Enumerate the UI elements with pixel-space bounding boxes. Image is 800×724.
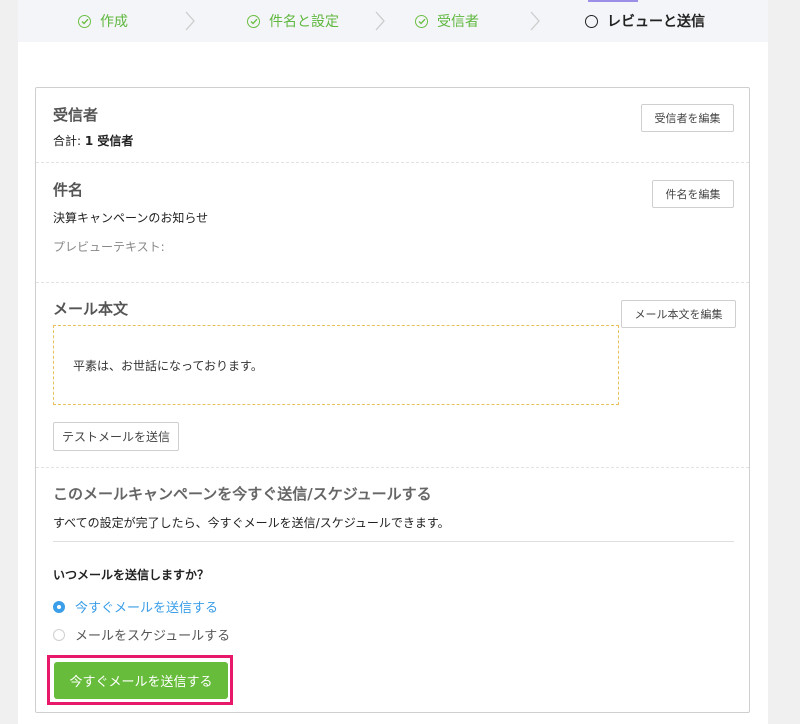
- progress-stepper: 作成 件名と設定 受信者 レビューと送信: [18, 0, 768, 42]
- subject-value: 決算キャンペーンのお知らせ: [53, 211, 209, 225]
- send-section-title: このメールキャンペーンを今すぐ送信/スケジュールする: [53, 485, 432, 503]
- step-subject-settings[interactable]: 件名と設定: [247, 0, 339, 42]
- preview-text-label: プレビューテキスト:: [53, 240, 165, 254]
- recipients-total: 合計: 1 受信者: [53, 132, 133, 149]
- body-preview-box: 平素は、お世話になっております。: [53, 325, 619, 405]
- radio-unchecked-icon[interactable]: [53, 628, 65, 641]
- chevron-right-icon: [185, 11, 195, 31]
- step-review-send[interactable]: レビューと送信: [585, 0, 705, 42]
- send-test-email-button[interactable]: テストメールを送信: [53, 422, 179, 451]
- check-circle-icon: [247, 14, 260, 28]
- total-prefix: 合計:: [53, 134, 85, 148]
- send-description: すべての設定が完了したら、今すぐメールを送信/スケジュールできます。: [53, 516, 450, 530]
- radio-label: 今すぐメールを送信する: [75, 601, 219, 616]
- radio-checked-icon[interactable]: [53, 600, 65, 613]
- step-create[interactable]: 作成: [78, 0, 128, 42]
- page: 作成 件名と設定 受信者 レビューと送信 受信者 合計: 1 受信者 受信者を編…: [18, 0, 768, 724]
- chevron-right-icon: [375, 11, 385, 31]
- edit-recipients-button[interactable]: 受信者を編集: [641, 104, 734, 132]
- subject-section: 件名 決算キャンペーンのお知らせ プレビューテキスト: 件名を編集: [36, 163, 749, 283]
- radio-label: メールをスケジュールする: [75, 629, 231, 644]
- circle-icon: [585, 14, 598, 28]
- step-label: 件名と設定: [269, 14, 339, 30]
- radio-schedule[interactable]: メールをスケジュールする: [53, 625, 230, 644]
- step-label: 作成: [100, 14, 128, 30]
- recipients-title: 受信者: [53, 106, 99, 124]
- check-circle-icon: [78, 14, 91, 28]
- subject-title: 件名: [53, 181, 84, 199]
- check-circle-icon: [415, 14, 428, 28]
- send-now-button[interactable]: 今すぐメールを送信する: [54, 662, 228, 699]
- recipients-section: 受信者 合計: 1 受信者 受信者を編集: [36, 88, 749, 163]
- step-label: 受信者: [437, 14, 479, 30]
- step-recipients[interactable]: 受信者: [415, 0, 479, 42]
- review-card: 受信者 合計: 1 受信者 受信者を編集 件名 決算キャンペーンのお知らせ プレ…: [35, 87, 750, 713]
- chevron-right-icon: [530, 11, 540, 31]
- edit-subject-button[interactable]: 件名を編集: [652, 180, 734, 208]
- body-title: メール本文: [53, 300, 129, 318]
- send-timing-question: いつメールを送信しますか？: [53, 568, 210, 582]
- total-value: 1 受信者: [84, 134, 134, 148]
- step-label: レビューと送信: [607, 14, 705, 30]
- body-preview-text: 平素は、お世話になっております。: [73, 359, 263, 373]
- divider: [53, 541, 734, 542]
- edit-body-button[interactable]: メール本文を編集: [621, 300, 736, 328]
- radio-send-now[interactable]: 今すぐメールを送信する: [53, 597, 218, 616]
